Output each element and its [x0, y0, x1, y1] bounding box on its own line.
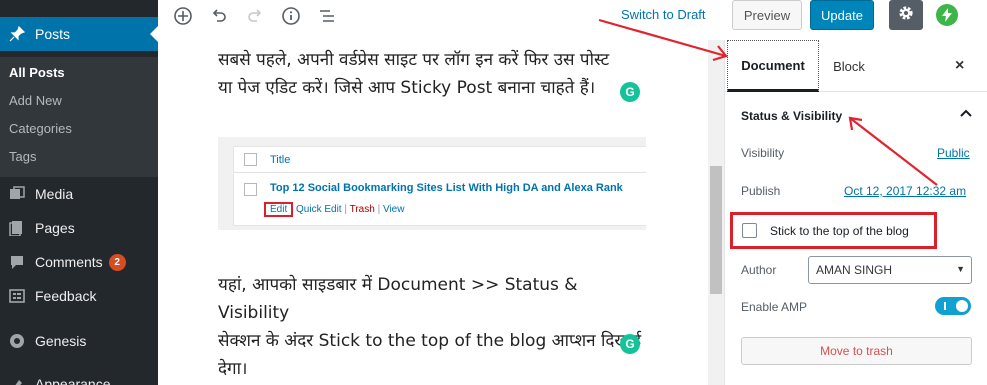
- publish-label: Publish: [741, 184, 781, 198]
- settings-toggle-button[interactable]: [889, 0, 923, 30]
- genesis-icon: [8, 332, 26, 350]
- pages-icon: [8, 219, 26, 237]
- media-icon: [8, 185, 26, 203]
- row-checkbox: [244, 183, 257, 196]
- title-column-header: Title: [270, 153, 291, 166]
- paragraph-line: देगा।: [218, 359, 248, 379]
- feedback-icon: [8, 287, 26, 305]
- posts-table-image: Title Top 12 Social Bookmarking Sites Li…: [233, 146, 646, 226]
- undo-icon[interactable]: [207, 4, 231, 28]
- info-icon[interactable]: [279, 4, 303, 28]
- toggle-knob: [956, 300, 968, 312]
- sidebar-item-genesis[interactable]: Genesis: [0, 324, 158, 358]
- submenu-tags[interactable]: Tags: [9, 149, 36, 164]
- sidebar-item-media[interactable]: Media: [0, 177, 158, 211]
- move-to-trash-button[interactable]: Move to trash: [741, 337, 972, 365]
- sidebar-item-label: Comments: [35, 254, 103, 270]
- editor-canvas: सबसे पहले, अपनी वर्डप्रेस साइट पर लॉग इन…: [158, 40, 708, 385]
- post-title-link: Top 12 Social Bookmarking Sites List Wit…: [270, 182, 623, 194]
- gear-icon: [897, 4, 915, 27]
- author-label: Author: [741, 263, 777, 277]
- sidebar-item-label: Pages: [35, 220, 75, 236]
- submenu-categories[interactable]: Categories: [9, 121, 72, 136]
- paragraph-line: यहां, आपको साइडबार में Document >> Statu…: [218, 275, 578, 323]
- submenu-add-new[interactable]: Add New: [9, 93, 62, 108]
- header-checkbox: [244, 153, 257, 166]
- paragraph-line: या पेज एडिट करें। जिसे आप Sticky Post बन…: [218, 78, 596, 98]
- author-select[interactable]: AMAN SINGH ▼: [808, 256, 972, 284]
- paragraph-line: सबसे पहले, अपनी वर्डप्रेस साइट पर लॉग इन…: [218, 50, 610, 70]
- separator: |: [344, 204, 347, 215]
- sidebar-item-label: Feedback: [35, 288, 97, 304]
- add-block-icon[interactable]: [171, 4, 195, 28]
- grammarly-icon[interactable]: G: [620, 82, 640, 102]
- dropdown-caret-icon: ▼: [956, 264, 965, 274]
- scrollbar-thumb[interactable]: [710, 166, 722, 294]
- row-actions: Edit Quick Edit | Trash | View: [264, 202, 404, 217]
- sidebar-item-feedback[interactable]: Feedback: [0, 279, 158, 313]
- sidebar-item-appearance[interactable]: Appearance: [0, 367, 158, 385]
- amp-bolt-icon[interactable]: [936, 4, 958, 26]
- sidebar-item-label: Media: [35, 186, 74, 202]
- posts-submenu: All Posts Add New Categories Tags: [0, 57, 158, 177]
- status-visibility-panel-title[interactable]: Status & Visibility: [741, 109, 842, 123]
- tab-block[interactable]: Block: [819, 40, 879, 92]
- author-selected-value: AMAN SINGH: [816, 263, 893, 277]
- visibility-value-link[interactable]: Public: [937, 146, 970, 160]
- outline-icon[interactable]: [315, 4, 339, 28]
- switch-to-draft-link[interactable]: Switch to Draft: [621, 7, 706, 22]
- preview-button[interactable]: Preview: [732, 0, 802, 30]
- table-header: Title: [234, 147, 646, 173]
- visibility-label: Visibility: [741, 146, 785, 160]
- update-button[interactable]: Update: [810, 0, 874, 30]
- pin-icon: [8, 25, 26, 43]
- quick-edit-link: Quick Edit: [296, 204, 342, 215]
- editor-toolbar: Switch to Draft Preview Update: [158, 0, 987, 40]
- sticky-option-highlight: Stick to the top of the blog: [730, 212, 937, 249]
- enable-amp-toggle[interactable]: [935, 297, 971, 315]
- sidebar-item-comments[interactable]: Comments 2: [0, 245, 158, 279]
- trash-link: Trash: [349, 204, 375, 215]
- chevron-up-icon[interactable]: [959, 106, 973, 123]
- sticky-checkbox[interactable]: [742, 223, 757, 238]
- paragraph-block-1[interactable]: सबसे पहले, अपनी वर्डप्रेस साइट पर लॉग इन…: [218, 46, 648, 102]
- toggle-on-mark: [944, 302, 946, 310]
- submenu-all-posts[interactable]: All Posts: [9, 65, 65, 80]
- close-icon[interactable]: ×: [955, 57, 964, 75]
- appearance-icon: [8, 375, 26, 385]
- settings-sidebar: Document Block × Status & Visibility Vis…: [724, 40, 987, 385]
- sticky-label[interactable]: Stick to the top of the blog: [770, 224, 909, 238]
- sidebar-item-posts[interactable]: Posts: [0, 17, 158, 51]
- redo-icon[interactable]: [243, 4, 267, 28]
- comment-icon: [8, 253, 26, 271]
- paragraph-block-2[interactable]: यहां, आपको साइडबार में Document >> Statu…: [218, 271, 648, 383]
- view-link: View: [382, 204, 405, 215]
- sidebar-item-label: Appearance: [35, 376, 111, 385]
- grammarly-icon[interactable]: G: [620, 334, 640, 354]
- image-block-screenshot[interactable]: Title Top 12 Social Bookmarking Sites Li…: [218, 137, 646, 230]
- enable-amp-label: Enable AMP: [741, 300, 808, 314]
- separator: |: [377, 204, 381, 215]
- sidebar-item-label: Posts: [35, 26, 71, 42]
- sidebar-item-pages[interactable]: Pages: [0, 211, 158, 245]
- paragraph-line: सेक्शन के अंदर Stick to the top of the b…: [218, 331, 642, 351]
- editor-scrollbar[interactable]: [708, 40, 724, 385]
- comments-count-badge: 2: [108, 253, 126, 271]
- edit-link: Edit: [264, 202, 294, 217]
- sidebar-item-label: Genesis: [35, 333, 87, 349]
- publish-date-link[interactable]: Oct 12, 2017 12:32 am: [844, 184, 966, 198]
- tab-document[interactable]: Document: [727, 40, 819, 92]
- settings-tabs: Document Block ×: [725, 40, 987, 92]
- admin-sidebar: Posts All Posts Add New Categories Tags …: [0, 0, 158, 385]
